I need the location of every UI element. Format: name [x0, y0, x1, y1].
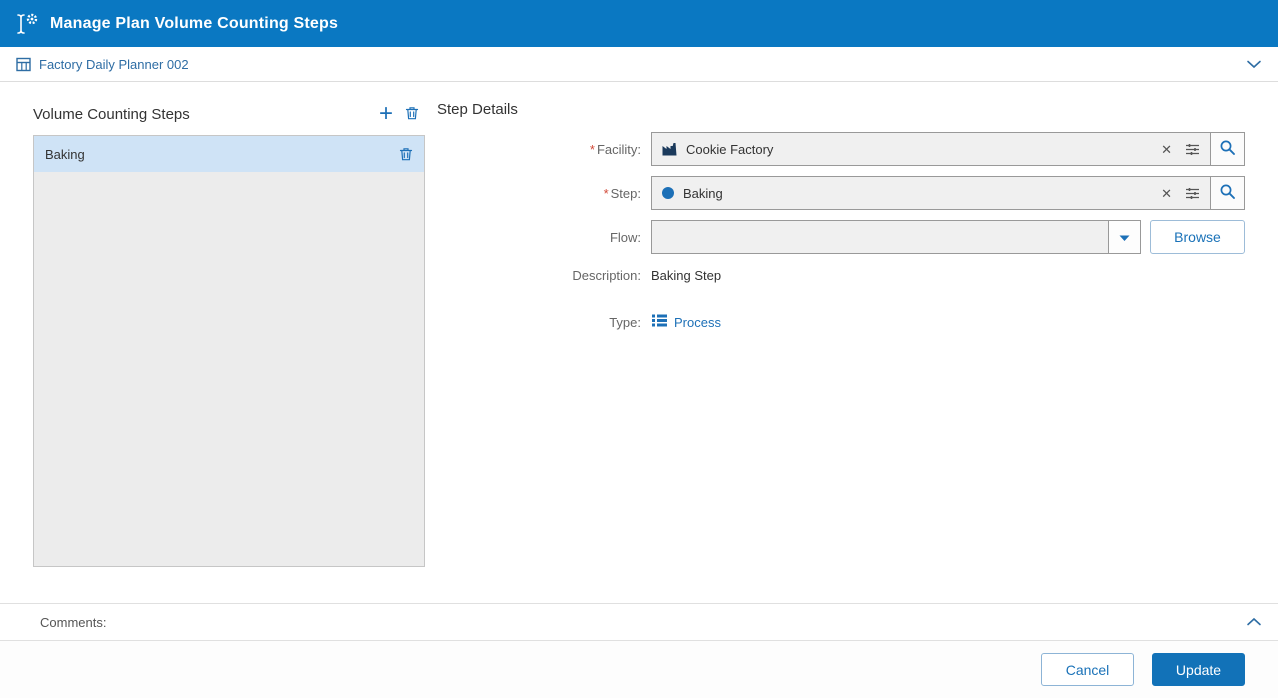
flow-row: Flow: Browse: [437, 220, 1245, 254]
type-label: Type:: [437, 315, 641, 330]
facility-row: *Facility: Cookie Factory ✕: [437, 132, 1245, 166]
required-marker: *: [604, 186, 609, 201]
step-label: *Step:: [437, 186, 641, 201]
add-step-button[interactable]: +: [373, 101, 399, 127]
clear-facility-icon[interactable]: ✕: [1161, 143, 1172, 156]
planner-grid-icon: [16, 57, 31, 72]
description-row: Description: Baking Step: [437, 268, 1245, 283]
facility-input[interactable]: Cookie Factory ✕: [651, 132, 1211, 166]
flow-label: Flow:: [437, 230, 641, 245]
step-search-button[interactable]: [1210, 176, 1245, 210]
cancel-button[interactable]: Cancel: [1041, 653, 1134, 686]
step-value: Baking: [683, 186, 1161, 201]
process-list-icon: [651, 313, 668, 331]
facility-search-button[interactable]: [1210, 132, 1245, 166]
description-value: Baking Step: [651, 268, 721, 283]
comments-bar[interactable]: Comments:: [0, 603, 1278, 640]
description-label: Description:: [437, 268, 641, 283]
step-circle-icon: [661, 186, 675, 200]
footer-actions: Cancel Update: [0, 640, 1278, 698]
list-item[interactable]: Baking: [34, 136, 424, 172]
search-icon: [1219, 183, 1236, 203]
delete-step-button[interactable]: [399, 101, 425, 127]
manage-plan-window: Manage Plan Volume Counting Steps Factor…: [0, 0, 1278, 698]
flow-input[interactable]: [651, 220, 1109, 254]
filter-options-icon[interactable]: [1184, 142, 1201, 157]
browse-button[interactable]: Browse: [1150, 220, 1245, 254]
step-details-title: Step Details: [437, 101, 1245, 118]
update-button[interactable]: Update: [1152, 653, 1245, 686]
step-item-label: Baking: [45, 147, 398, 162]
text-cursor-gear-icon: [14, 12, 40, 36]
context-bar[interactable]: Factory Daily Planner 002: [0, 47, 1278, 82]
type-value: Process: [674, 315, 721, 330]
step-row: *Step: Baking ✕: [437, 176, 1245, 210]
dropdown-arrow-icon: [1119, 230, 1130, 245]
plan-name: Factory Daily Planner 002: [39, 57, 189, 72]
trash-icon: [404, 105, 420, 124]
chevron-up-icon[interactable]: [1246, 617, 1262, 627]
main-content: Volume Counting Steps + Baking: [0, 82, 1278, 603]
title-bar: Manage Plan Volume Counting Steps: [0, 0, 1278, 47]
clear-step-icon[interactable]: ✕: [1161, 187, 1172, 200]
filter-options-icon[interactable]: [1184, 186, 1201, 201]
delete-item-trash-icon[interactable]: [398, 146, 414, 162]
type-link[interactable]: Process: [651, 313, 721, 331]
facility-value: Cookie Factory: [686, 142, 1161, 157]
steps-panel: Volume Counting Steps + Baking: [33, 82, 425, 603]
comments-label: Comments:: [40, 615, 106, 630]
step-input[interactable]: Baking ✕: [651, 176, 1211, 210]
flow-dropdown-button[interactable]: [1108, 220, 1141, 254]
plus-icon: +: [379, 102, 393, 126]
required-marker: *: [590, 142, 595, 157]
type-row: Type: Process: [437, 313, 1245, 331]
page-title: Manage Plan Volume Counting Steps: [50, 15, 338, 33]
chevron-down-icon[interactable]: [1246, 59, 1262, 69]
steps-panel-header: Volume Counting Steps +: [33, 101, 425, 127]
step-details-panel: Step Details *Facility: Cookie Factory ✕: [437, 82, 1278, 603]
search-icon: [1219, 139, 1236, 159]
steps-list[interactable]: Baking: [33, 135, 425, 567]
steps-panel-title: Volume Counting Steps: [33, 106, 190, 123]
factory-icon: [661, 142, 678, 157]
facility-label: *Facility:: [437, 142, 641, 157]
